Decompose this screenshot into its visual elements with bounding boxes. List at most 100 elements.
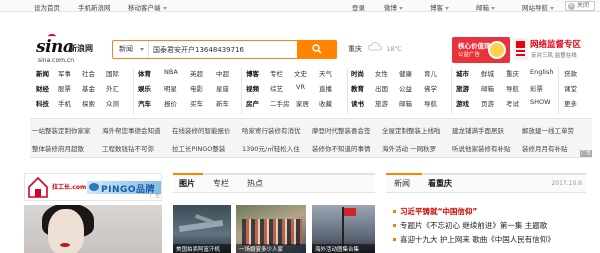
nav-link[interactable]: 直播	[319, 83, 332, 93]
nav-link[interactable]: 电影	[190, 83, 203, 93]
weather-widget[interactable]: 重庆 18℃	[348, 42, 402, 54]
nav-link[interactable]: English	[530, 68, 553, 76]
promo-link[interactable]: 工程数钱钻不可弥	[102, 143, 154, 153]
nav-link[interactable]: 中超	[216, 68, 229, 78]
mobile-site-link[interactable]: 手机新浪网	[78, 2, 111, 12]
news-headline[interactable]: 专题片《不忘初心 继续前进》第一集 主题歌	[392, 220, 588, 234]
news-headline[interactable]: 喜迎十九大 护上网来 歌曲《中国人民有信仰》	[392, 234, 588, 248]
nav-link[interactable]: 股票	[58, 83, 71, 93]
promo-link[interactable]: 摩登时代整装喜会签	[312, 125, 371, 135]
photo-card[interactable]: 美国拍卖阿富汗机	[173, 205, 231, 253]
nav-link[interactable]: VR	[296, 83, 305, 91]
nav-link[interactable]: 众测	[106, 98, 119, 108]
nav-link[interactable]: 贷款	[564, 68, 577, 78]
tab-chongqing[interactable]: 看重庆	[428, 178, 452, 189]
nav-link[interactable]: NBA	[164, 68, 178, 76]
feature-photo[interactable]	[24, 205, 162, 253]
promo-link[interactable]: 全屋定制整装上线啦	[382, 125, 441, 135]
login-link[interactable]: 登录	[352, 2, 365, 12]
nav-link[interactable]: 娱乐	[138, 83, 151, 93]
nav-link[interactable]: 考试	[506, 98, 519, 108]
nav-link[interactable]: 教育	[351, 83, 364, 93]
tab-news[interactable]: 新闻	[394, 178, 410, 189]
nav-link[interactable]: 明星	[164, 83, 177, 93]
nav-link[interactable]: 公益	[399, 83, 412, 93]
tab-photos[interactable]: 图片	[179, 178, 195, 189]
promo-link[interactable]: 拉工长PINGO整装	[172, 143, 225, 153]
promo-link[interactable]: 1390元/㎡轻松入住	[242, 143, 300, 153]
nav-link[interactable]: 视频	[246, 83, 259, 93]
nav-link[interactable]: 财经	[36, 83, 49, 93]
nav-link[interactable]: 军事	[58, 68, 71, 78]
nav-link[interactable]: 专栏	[270, 68, 283, 78]
nav-link[interactable]: 英超	[190, 68, 203, 78]
nav-more-link[interactable]: 更多	[564, 98, 577, 108]
promo-link[interactable]: 听说他家装修有补贴	[452, 143, 511, 153]
promo-link[interactable]: 海外活动 一网秋罗	[382, 143, 436, 153]
nav-link[interactable]: 社会	[82, 68, 95, 78]
nav-link[interactable]: 邮箱	[399, 98, 412, 108]
nav-link[interactable]: 家居	[296, 98, 309, 108]
weibo-menu[interactable]: 微博	[384, 2, 403, 12]
nav-link[interactable]: 新闻	[36, 68, 49, 78]
news-headline[interactable]: 习近平铸就“中国信仰”	[392, 206, 588, 220]
nav-link[interactable]: 重庆	[506, 68, 519, 78]
nav-link[interactable]: 导航	[424, 98, 437, 108]
nav-link[interactable]: 邮箱	[481, 83, 494, 93]
nav-link[interactable]: 体育	[138, 68, 151, 78]
nav-link[interactable]: 课堂	[564, 83, 577, 93]
nav-link[interactable]: 旅游	[375, 98, 388, 108]
search-category-select[interactable]: 新闻	[113, 41, 149, 58]
nav-link[interactable]: 汽车	[138, 98, 151, 108]
promo-link[interactable]: 整体装修府月超散	[32, 143, 84, 153]
nav-link[interactable]: 健康	[399, 68, 412, 78]
promo-link[interactable]: 建龙铺满手面居跃	[452, 125, 504, 135]
nav-link[interactable]: 手机	[58, 98, 71, 108]
nav-link[interactable]: 星座	[216, 83, 229, 93]
nav-link[interactable]: 综艺	[270, 83, 283, 93]
nav-link[interactable]: 佛学	[424, 83, 437, 93]
photo-card[interactable]: 一场婚宴多少人家	[236, 205, 306, 253]
set-homepage-link[interactable]: 设为首页	[34, 2, 60, 12]
lagongzhang-ad[interactable]: 拉工长.com PINGO品牌 广告	[24, 173, 162, 201]
nav-link[interactable]: 页游	[481, 98, 494, 108]
nav-link[interactable]: 彩票	[530, 83, 543, 93]
site-nav-menu[interactable]: 网站导航	[522, 2, 554, 12]
nav-link[interactable]: 文史	[294, 68, 307, 78]
nav-link[interactable]: 报价	[164, 98, 177, 108]
nav-link[interactable]: 探索	[82, 98, 95, 108]
nav-link[interactable]: 国际	[106, 68, 119, 78]
mail-menu[interactable]: 邮箱	[476, 2, 495, 12]
client-menu[interactable]: 移动客户端	[128, 2, 167, 12]
promo-link[interactable]: 在线装修的智能报价	[172, 125, 231, 135]
close-button[interactable]: × 关闭	[565, 1, 595, 11]
nav-link[interactable]: 新车	[216, 98, 229, 108]
nav-link[interactable]: 二手房	[270, 98, 290, 108]
supervision-ad[interactable]: 网络监督专区 反对三风 监督在线	[513, 36, 585, 64]
promo-link[interactable]: 装修月月有补贴	[522, 143, 568, 153]
nav-link[interactable]: 游戏	[456, 98, 469, 108]
blog-menu[interactable]: 博客	[430, 2, 449, 12]
nav-link[interactable]: 博客	[246, 68, 259, 78]
nav-link[interactable]: 旅游	[456, 83, 469, 93]
promo-link[interactable]: 解放建一线工单劳	[522, 125, 574, 135]
sina-logo[interactable]: sina 新浪网 sina.com.cn	[36, 34, 106, 67]
nav-link[interactable]: 买车	[190, 98, 203, 108]
promo-link[interactable]: 哈家寄行装修有消优	[242, 125, 301, 135]
nav-link[interactable]: 出国	[375, 83, 388, 93]
nav-link[interactable]: 外汇	[106, 83, 119, 93]
promo-link[interactable]: 海外帮您事德会知道	[102, 125, 161, 135]
nav-link[interactable]: SHOW	[530, 98, 551, 106]
nav-link[interactable]: 时尚	[351, 68, 364, 78]
promo-link[interactable]: 一站整装定制你家家	[32, 125, 91, 135]
nav-link[interactable]: 鲜城	[481, 68, 494, 78]
nav-link[interactable]: 科技	[36, 98, 49, 108]
search-input[interactable]	[153, 43, 293, 56]
search-button[interactable]	[297, 40, 337, 59]
core-values-ad[interactable]: 核心价值观 公益广告	[452, 37, 510, 63]
nav-link[interactable]: 育儿	[424, 68, 437, 78]
photo-card[interactable]: 海外活动图集合集	[312, 205, 375, 253]
nav-link[interactable]: 天气	[319, 68, 332, 78]
nav-link[interactable]: 基金	[82, 83, 95, 93]
nav-link[interactable]: 收藏	[319, 98, 332, 108]
